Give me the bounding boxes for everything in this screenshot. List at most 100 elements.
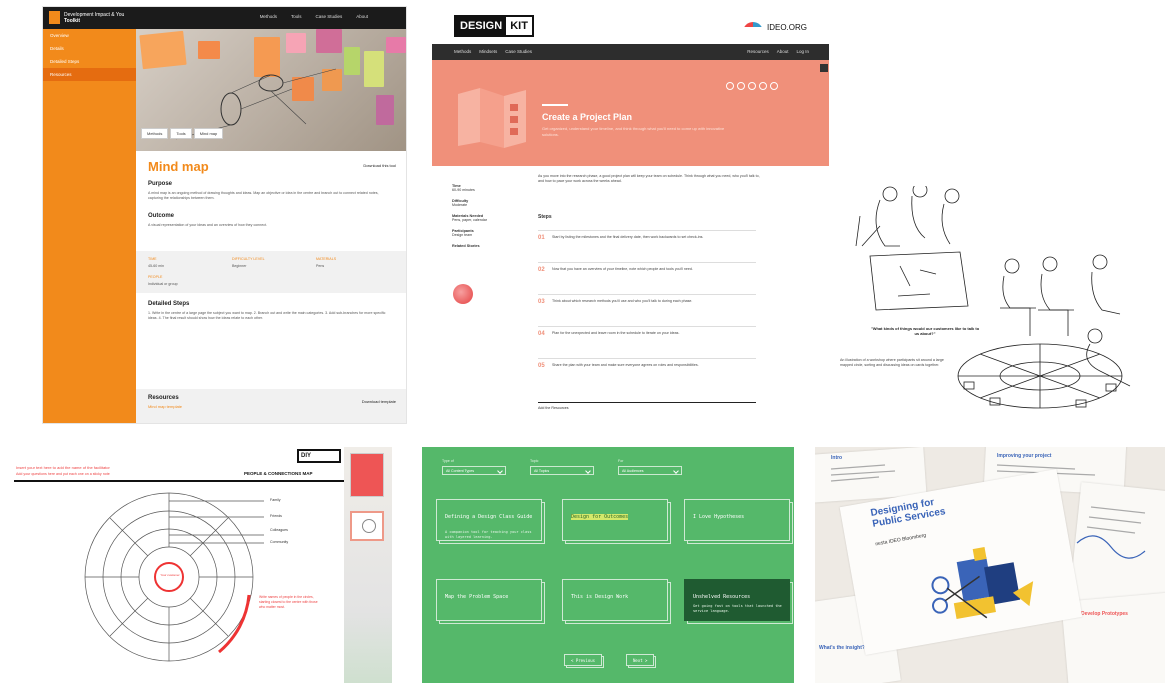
ring-label: Family [270,498,281,502]
meta-value: Individual or group [148,282,178,286]
page-title: Create a Project Plan [542,112,633,122]
meta-item: Materials Needed Pens, paper, calendar [452,214,487,222]
card-subtitle: Get going fast on tools that launched th… [693,604,782,613]
card-title: I Love Hypotheses [693,514,745,520]
breadcrumb-item[interactable]: Tools [170,128,192,139]
ring-label: Community [270,540,289,544]
meta-value: Pens [316,264,325,268]
top-bar: Development Impact & You Toolkit Methods … [43,7,406,29]
steps-heading: Detailed Steps [148,301,190,307]
thumbnail[interactable] [350,453,384,497]
step-row: 04 Plan for the unexpected and leave room… [538,326,756,337]
share-icon[interactable] [770,82,778,90]
breadcrumb-item[interactable]: Methods [141,128,169,139]
share-icons [726,82,778,90]
nav-item[interactable]: Mindsets [479,49,497,54]
card-title: Design for Outcomes [571,514,629,520]
resource-card[interactable]: I Love Hypotheses [684,499,790,541]
brand-line-2: Toolkit [64,17,81,24]
breadcrumb-item[interactable]: Mind map [193,128,224,139]
close-icon[interactable] [820,64,828,72]
toolkit-logo[interactable]: Development Impact & You Toolkit [49,10,124,25]
meta-value: Beginner [232,264,247,268]
share-icon[interactable] [748,82,756,90]
sketch-caption: "What kinds of things would our customer… [870,326,980,336]
mind-map-toolkit-screenshot: Development Impact & You Toolkit Methods … [42,6,407,424]
step-row: 02 Now that you have an overview of your … [538,262,756,273]
nav-item[interactable]: About [777,49,789,54]
center-label: Your customer [160,573,180,577]
org-name: IDEO.ORG [766,22,807,32]
rainbow-icon [742,22,763,32]
ideo-org-logo[interactable]: IDEO.ORG [742,22,807,32]
nav-item[interactable]: Log In [796,49,809,54]
workshop-line-drawing [855,186,1131,409]
hero-photo: Methods Tools Mind map [136,29,406,151]
resources-heading: Resources [148,395,179,401]
nav-item[interactable]: Case Studies [315,14,342,19]
public-services-photo: Intro Improving your project What's the … [815,447,1165,683]
filter-label: Topic [530,459,539,463]
steps-heading: Steps [538,214,552,220]
worksheet-illustration-icon [458,88,526,148]
previous-button[interactable]: < Previous [564,654,603,666]
share-icon[interactable] [759,82,767,90]
steps-text: 1. Write in the centre of a large page t… [148,311,386,320]
filter-label: For [618,459,624,463]
outcome-heading: Outcome [148,213,175,219]
nav-item[interactable]: Tools [291,14,302,19]
details-panel: TIME 45-60 min DIFFICULTY LEVEL Beginner… [136,251,406,293]
resource-card-selected[interactable]: Unshelved Resources Get going fast on to… [684,579,790,621]
nav-item[interactable]: Methods [260,14,277,19]
filter-select[interactable]: All Content Types [442,466,506,475]
resources-link[interactable]: Mind map template [148,404,182,409]
resource-card[interactable]: Map the Problem Space [436,579,542,621]
resource-card[interactable]: This is Design Work [562,579,668,621]
outcome-text: A visual representation of your ideas an… [148,223,268,227]
add-resources-link[interactable]: Add the Resources [538,402,756,410]
download-template-link[interactable]: Download template [362,399,396,404]
page-thumbnails [344,447,392,683]
sidebar-item-resources[interactable]: Resources [43,68,136,81]
nav-item[interactable]: Methods [454,49,471,54]
concentric-circles-diagram [84,492,264,662]
resource-card[interactable]: Defining a Design Class Guide A companio… [436,499,542,541]
sidebar-item-detailed-steps[interactable]: Detailed Steps [43,55,136,68]
filter-select[interactable]: All Audiences [618,466,682,475]
card-title: This is Design Work [571,594,629,600]
filter-label: Type of [442,459,454,463]
step-row: 01 Start by listing the milestones and th… [538,230,756,241]
method-meta: Time 60-90 minutes Difficulty Moderate Mat… [452,184,522,255]
title-accent-bar [542,104,568,106]
design-kit-logo[interactable]: DESIGN KIT [454,15,534,37]
brand-part-b: KIT [510,20,528,32]
hero-banner: Create a Project Plan Get organized, und… [432,60,829,166]
download-link[interactable]: Download this tool [363,163,396,168]
next-button[interactable]: Next > [626,654,655,666]
meta-label: DIFFICULTY LEVEL [232,257,265,261]
sketch-body-text: An illustration of a workshop where part… [840,358,944,367]
sidebar-item-details[interactable]: Details [43,42,136,55]
card-title: Map the Problem Space [445,594,509,600]
meta-label: TIME [148,257,157,261]
nav-item[interactable]: Case Studies [505,49,532,54]
sidebar-item-overview[interactable]: Overview [43,29,136,42]
thumbnail[interactable] [350,511,384,541]
filter-topic: Topic All Topics [530,459,594,475]
card-subtitle: A companion tool for teaching your class… [445,530,532,539]
main-nav: Methods Mindsets Case Studies Resources … [432,44,829,60]
connections-map-worksheet: Insert your text here to add the name of… [14,447,392,683]
nav-item[interactable]: About [356,14,368,19]
breadcrumb: Methods Tools Mind map [141,128,224,139]
share-icon[interactable] [737,82,745,90]
nav-item[interactable]: Resources [747,49,769,54]
sidebar: Overview Details Detailed Steps Resource… [43,29,136,423]
resource-card[interactable]: Design for Outcomes [562,499,668,541]
related-story-thumbnail[interactable] [453,284,473,304]
meta-value: 45-60 min [148,264,164,268]
meta-label: MATERIALS [316,257,337,261]
design-kit-screenshot: DESIGN KIT IDEO.ORG Methods Mindsets Cas… [432,6,829,418]
share-icon[interactable] [726,82,734,90]
filter-select[interactable]: All Topics [530,466,594,475]
meta-label: PEOPLE [148,275,163,279]
